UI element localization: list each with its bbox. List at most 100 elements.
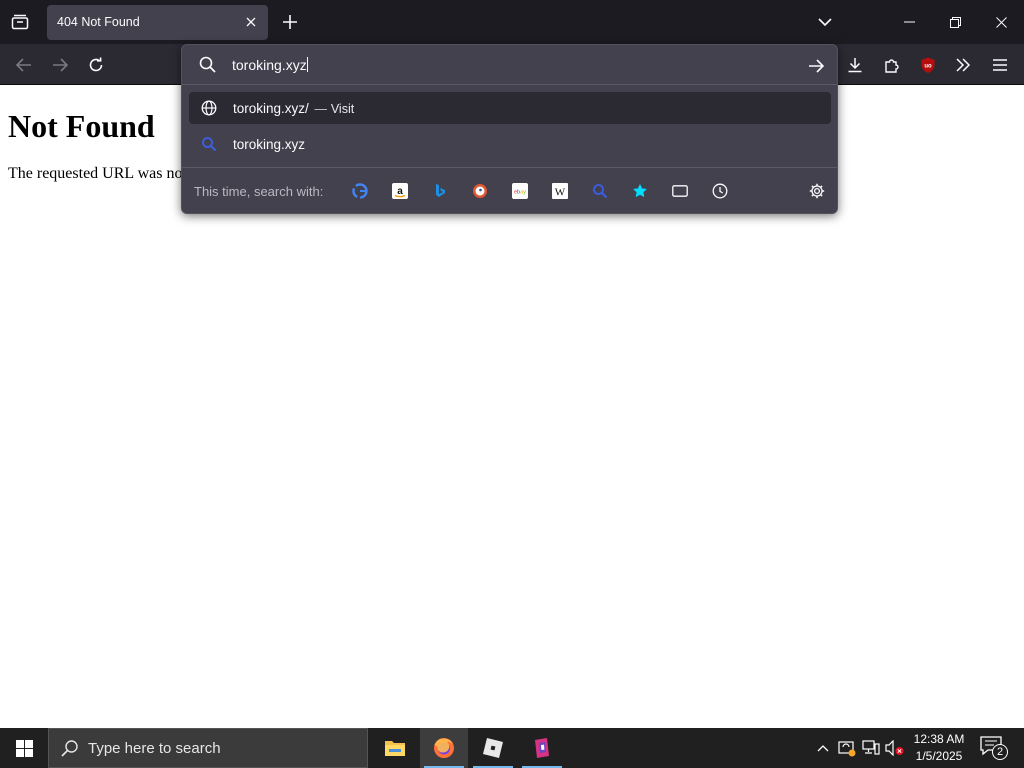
app-icon <box>535 738 549 758</box>
roblox-taskbar-button[interactable] <box>469 728 517 768</box>
suggestion-search[interactable]: toroking.xyz <box>189 128 831 160</box>
go-button[interactable] <box>805 55 827 77</box>
suggestion-url: toroking.xyz/ <box>233 101 309 116</box>
update-tray-button[interactable] <box>837 738 857 758</box>
firefox-taskbar-button[interactable] <box>420 728 468 768</box>
search-settings-button[interactable] <box>807 181 827 201</box>
arrow-right-icon <box>53 58 68 72</box>
folder-icon <box>385 741 405 756</box>
page-heading: Not Found <box>8 108 155 144</box>
taskbar-search-placeholder: Type here to search <box>88 740 221 757</box>
new-tab-button[interactable] <box>278 10 302 34</box>
show-hidden-icons-button[interactable] <box>813 738 833 758</box>
ublock-origin-button[interactable]: uo <box>913 50 943 80</box>
reload-icon <box>89 57 103 72</box>
suggestion-text: toroking.xyz/ — Visit <box>233 101 354 116</box>
bing-engine-button[interactable] <box>430 181 450 201</box>
hamburger-icon <box>993 59 1007 71</box>
star-icon <box>633 184 647 198</box>
reload-button[interactable] <box>81 50 111 80</box>
update-icon <box>838 741 856 757</box>
file-explorer-taskbar-button[interactable] <box>371 728 419 768</box>
minimize-icon <box>903 21 915 23</box>
firefox-view-button[interactable] <box>6 8 34 36</box>
search-icon <box>593 184 608 199</box>
active-tab[interactable]: 404 Not Found <box>47 5 268 40</box>
close-window-button[interactable] <box>978 0 1024 44</box>
download-icon <box>848 58 862 73</box>
chevron-down-icon <box>818 17 832 26</box>
ebay-engine-button[interactable]: ebay <box>510 181 530 201</box>
restore-button[interactable] <box>932 0 978 44</box>
text-caret <box>306 57 308 72</box>
gear-icon <box>809 183 825 199</box>
restore-icon <box>949 16 961 28</box>
minimize-button[interactable] <box>886 0 932 44</box>
double-chevron-right-icon <box>956 58 971 72</box>
close-icon <box>246 17 256 27</box>
firefox-view-icon <box>11 14 29 30</box>
url-bar-dropdown: toroking.xyz toroking.xyz/ — Visit torok… <box>181 44 838 214</box>
duckduckgo-engine-button[interactable] <box>470 181 490 201</box>
tab-title: 404 Not Found <box>57 15 140 29</box>
url-input[interactable]: toroking.xyz <box>182 45 837 85</box>
bing-icon <box>436 184 445 197</box>
windows-logo-icon <box>15 739 33 757</box>
search-icon <box>61 740 78 757</box>
ebay-icon: ebay <box>512 183 528 199</box>
arrow-right-icon <box>809 59 824 73</box>
svg-text:uo: uo <box>924 64 932 70</box>
url-value: toroking.xyz <box>232 57 307 73</box>
chevron-up-icon <box>817 745 829 752</box>
network-tray-button[interactable] <box>861 738 881 758</box>
list-all-tabs-button[interactable] <box>814 11 836 33</box>
one-off-label: This time, search with: <box>194 184 324 199</box>
suggestion-action: Visit <box>330 102 355 116</box>
downloads-button[interactable] <box>840 50 870 80</box>
tab-icon <box>672 185 688 197</box>
wikipedia-engine-button[interactable]: W <box>550 181 570 201</box>
taskbar-search-box[interactable]: Type here to search <box>48 728 368 768</box>
notification-count-badge: 2 <box>992 744 1008 760</box>
forward-button[interactable] <box>45 50 75 80</box>
app-taskbar-button[interactable] <box>518 728 566 768</box>
custom-search-engine-button[interactable] <box>590 181 610 201</box>
globe-icon <box>200 99 218 117</box>
notifications-button[interactable]: 2 <box>980 736 1008 760</box>
start-button[interactable] <box>0 728 48 768</box>
app-menu-button[interactable] <box>985 50 1015 80</box>
volume-tray-button[interactable] <box>885 738 905 758</box>
tab-close-button[interactable] <box>242 13 260 31</box>
google-icon <box>352 183 368 199</box>
duckduckgo-icon <box>473 184 487 198</box>
wikipedia-icon: W <box>552 183 568 199</box>
clock-time: 12:38 AM <box>913 732 965 746</box>
arrow-left-icon <box>16 58 31 72</box>
amazon-engine-button[interactable]: a <box>390 181 410 201</box>
extensions-button[interactable] <box>877 50 907 80</box>
svg-text:y: y <box>523 190 526 196</box>
back-button[interactable] <box>9 50 39 80</box>
system-clock[interactable]: 12:38 AM 1/5/2025 <box>906 731 972 765</box>
google-engine-button[interactable] <box>350 181 370 201</box>
tabs-search-button[interactable] <box>670 181 690 201</box>
ublock-origin-icon: uo <box>921 57 935 73</box>
close-icon <box>995 16 1007 28</box>
svg-text:W: W <box>555 187 566 199</box>
url-text[interactable]: toroking.xyz <box>232 57 308 73</box>
clock-date: 1/5/2025 <box>915 749 963 763</box>
volume-muted-icon <box>885 740 904 756</box>
one-off-search-row: This time, search with: a ebay W <box>182 167 837 213</box>
overflow-menu-button[interactable] <box>948 50 978 80</box>
page-message: The requested URL was no <box>8 165 183 182</box>
network-icon <box>862 740 880 755</box>
history-search-button[interactable] <box>710 181 730 201</box>
suggestion-visit[interactable]: toroking.xyz/ — Visit <box>189 92 831 124</box>
svg-text:a: a <box>397 186 403 197</box>
amazon-icon: a <box>392 183 408 199</box>
firefox-icon <box>434 738 454 758</box>
plus-icon <box>283 15 297 29</box>
bookmarks-search-button[interactable] <box>630 181 650 201</box>
clock-icon <box>712 183 728 199</box>
roblox-icon <box>483 738 503 758</box>
